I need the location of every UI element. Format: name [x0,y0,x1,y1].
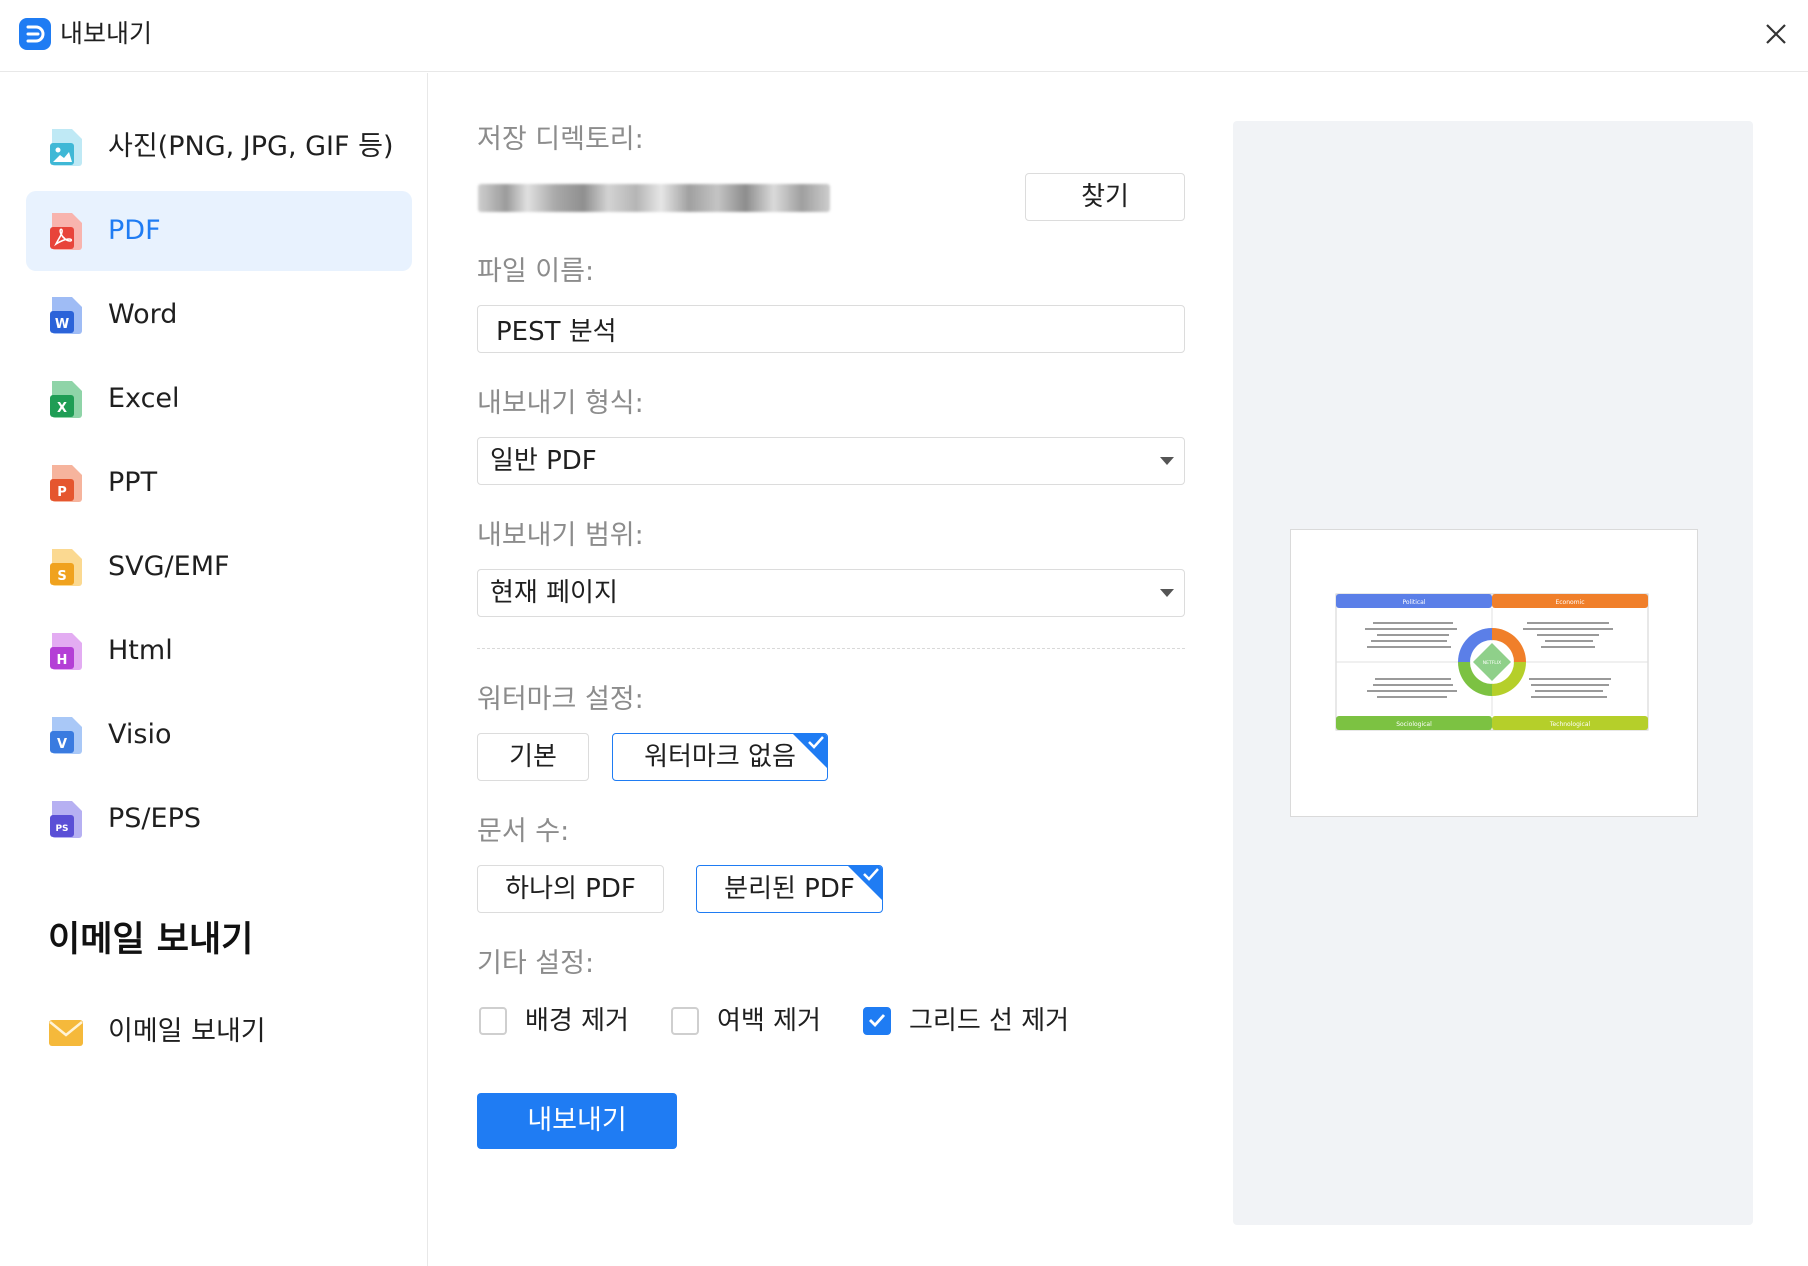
sidebar-item-ps-eps[interactable]: PS PS/EPS [26,779,412,859]
email-section-heading: 이메일 보내기 [48,920,254,960]
format-select[interactable]: 일반 PDF [477,437,1185,485]
svg-text:PS: PS [55,824,68,834]
single-pdf-option[interactable]: 하나의 PDF [477,865,664,913]
sidebar-item-pdf[interactable]: PDF [26,191,412,271]
pest-diagram-thumbnail: Political Economic Sociological Technolo… [1335,593,1649,731]
svg-text:V: V [57,737,67,752]
sidebar-item-label: Word [108,299,178,330]
center-label: NETFLIX [1483,660,1501,666]
format-select-value: 일반 PDF [490,446,597,476]
remove-grid-lines-checkbox[interactable]: 그리드 선 제거 [863,1003,1093,1039]
image-file-icon [50,129,82,166]
separate-pdf-option[interactable]: 분리된 PDF [696,865,883,913]
app-logo-icon [19,18,51,50]
save-dir-label: 저장 디렉토리: [477,124,644,155]
file-name-label: 파일 이름: [477,256,595,287]
sidebar-item-ppt[interactable]: P PPT [26,443,412,523]
check-icon [863,868,879,881]
watermark-none-option[interactable]: 워터마크 없음 [612,733,828,781]
quadrant-label: Political [1402,599,1425,606]
chevron-down-icon [1160,589,1174,597]
checkbox-box[interactable] [671,1007,699,1035]
checkbox-label: 여백 제거 [717,1006,821,1036]
option-label: 분리된 PDF [724,874,855,904]
doc-count-label: 문서 수: [477,816,570,847]
browse-button[interactable]: 찾기 [1025,173,1185,221]
file-name-input[interactable] [477,305,1185,353]
export-button[interactable]: 내보내기 [477,1093,677,1149]
svg-file-icon: S [50,549,82,586]
sidebar-item-word[interactable]: W Word [26,275,412,355]
range-select-value: 현재 페이지 [490,578,618,608]
range-label: 내보내기 범위: [477,520,644,551]
sidebar-item-label: Excel [108,383,180,414]
sidebar-item-label: PS/EPS [108,803,201,834]
svg-text:P: P [57,485,67,500]
word-file-icon: W [50,297,82,334]
title-bar: 내보내기 [0,0,1808,72]
ps-file-icon: PS [50,801,82,838]
quadrant-label: Sociological [1396,721,1432,728]
envelope-icon [49,1020,83,1046]
remove-background-checkbox[interactable]: 배경 제거 [479,1003,649,1039]
visio-file-icon: V [50,717,82,754]
sidebar-item-label: PPT [108,467,158,498]
checkbox-box[interactable] [863,1007,891,1035]
sidebar-item-label: SVG/EMF [108,551,230,582]
svg-text:S: S [57,569,66,584]
save-dir-path [478,184,830,212]
range-select[interactable]: 현재 페이지 [477,569,1185,617]
remove-margin-checkbox[interactable]: 여백 제거 [671,1003,841,1039]
sidebar-item-html[interactable]: H Html [26,611,412,691]
svg-text:W: W [55,317,69,332]
quadrant-label: Technological [1549,721,1591,728]
checkbox-label: 그리드 선 제거 [909,1006,1070,1036]
sidebar-item-email[interactable]: 이메일 보내기 [26,992,412,1072]
pdf-file-icon [50,213,82,250]
sidebar-item-svg[interactable]: S SVG/EMF [26,527,412,607]
ppt-file-icon: P [50,465,82,502]
sidebar-item-label: 이메일 보내기 [108,1016,266,1047]
check-icon [869,1014,886,1027]
sidebar-item-label: 사진(PNG, JPG, GIF 등) [108,131,394,162]
chevron-down-icon [1160,457,1174,465]
sidebar-item-label: Visio [108,719,172,750]
window-title: 내보내기 [60,19,153,48]
sidebar-item-image[interactable]: 사진(PNG, JPG, GIF 등) [26,107,412,187]
close-icon[interactable] [1758,16,1794,52]
sidebar-item-excel[interactable]: X Excel [26,359,412,439]
sidebar-item-label: Html [108,635,173,666]
svg-text:X: X [57,401,67,416]
format-label: 내보내기 형식: [477,388,644,419]
option-label: 워터마크 없음 [644,742,796,772]
watermark-label: 워터마크 설정: [477,684,644,715]
sidebar-item-label: PDF [108,215,161,246]
checkbox-label: 배경 제거 [525,1006,629,1036]
check-icon [808,736,824,749]
checkbox-box[interactable] [479,1007,507,1035]
sidebar-item-visio[interactable]: V Visio [26,695,412,775]
preview-page-thumbnail: Political Economic Sociological Technolo… [1290,529,1698,817]
section-divider [477,648,1185,649]
quadrant-label: Economic [1555,599,1584,606]
other-settings-label: 기타 설정: [477,948,595,979]
format-sidebar: 사진(PNG, JPG, GIF 등) PDF W Word X Excel P [0,73,428,1266]
watermark-default-option[interactable]: 기본 [477,733,589,781]
html-file-icon: H [50,633,82,670]
excel-file-icon: X [50,381,82,418]
svg-text:H: H [57,653,68,668]
